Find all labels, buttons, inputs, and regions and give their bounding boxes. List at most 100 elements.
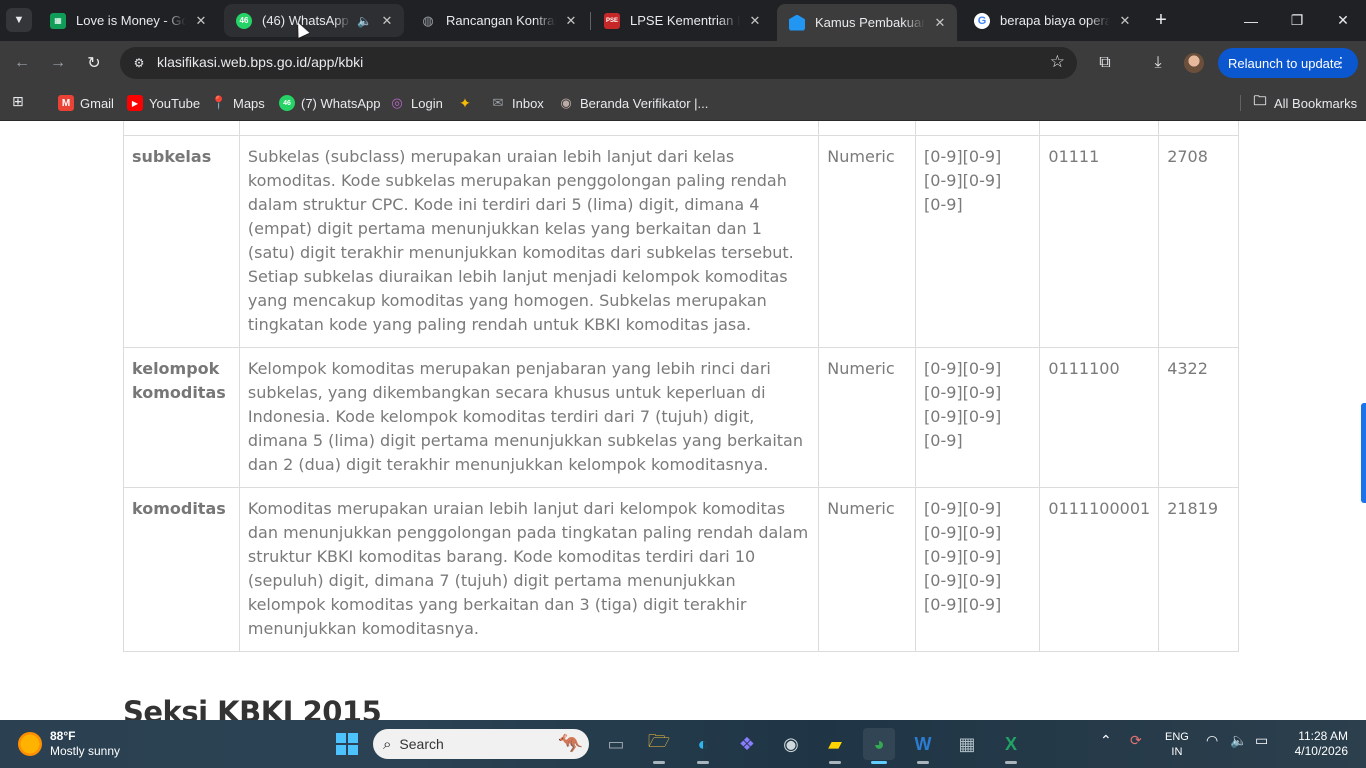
apps-grid-icon[interactable]: ⊞ [12,93,30,111]
taskbar-app-edge[interactable]: ◐ [687,728,719,764]
bookmark-label: Inbox [512,95,544,111]
verifikator-icon: ◉ [560,95,572,110]
url-text[interactable]: klasifikasi.web.bps.go.id/app/kbki [157,54,363,70]
taskbar-search[interactable]: ⌕ Search 🦘 [373,729,589,759]
bookmark-inbox[interactable]: ✉ Inbox [490,92,544,114]
profile-avatar[interactable] [1184,53,1204,73]
tab-strip: ▼ ▦ Love is Money - Goog ✕ 46 (46) Whats… [0,0,1366,41]
wifi-icon[interactable]: ◠ [1206,732,1218,749]
format-cell: [0-9][0-9] [0-9][0-9] [0-9][0-9] [0-9][0… [915,487,1041,652]
table-row: kelompok komoditas Kelompok komoditas me… [123,347,1239,488]
tab-rancangan-kontrak[interactable]: ◍ Rancangan Kontrak P ✕ [408,4,588,37]
back-button[interactable]: ← [10,51,34,75]
tab-love-is-money[interactable]: ▦ Love is Money - Goog ✕ [38,4,218,37]
format-line: [0-9][0-9] [924,595,1002,614]
system-clock[interactable]: 11:28 AM 4/10/2026 [1292,729,1348,759]
taskbar-app-chrome[interactable]: ◕ [863,728,895,764]
windows-logo-icon [336,733,358,755]
taskbar-app-calculator[interactable]: ▦ [951,728,983,760]
term-cell: komoditas [123,487,240,652]
format-line: [0-9][0-9] [924,171,1002,190]
folder-icon: 🗁 [647,731,671,751]
scrollbar-thumb[interactable] [1361,403,1366,503]
battery-icon[interactable]: ▭ [1255,732,1268,749]
more-menu-icon[interactable]: ⋮ [1334,54,1348,71]
taskbar-app-media[interactable]: ▭ [600,728,632,760]
close-icon[interactable]: ✕ [562,12,580,30]
bookmark-youtube[interactable]: ▶ YouTube [127,92,200,114]
example-cell: 01111 [1039,135,1160,348]
tab-kamus-pembakuan[interactable]: Kamus Pembakuan St ✕ [777,4,957,41]
taskbar-app-camera[interactable]: ◉ [775,728,807,760]
relaunch-label: Relaunch to update [1228,55,1341,71]
language-indicator[interactable]: ENG IN [1165,730,1189,760]
globe-icon: ◍ [422,12,434,28]
download-icon: ⤓ [1154,54,1162,71]
tab-whatsapp[interactable]: 46 (46) WhatsApp Busin 🔈 ✕ [224,4,404,37]
close-icon: ✕ [1337,12,1349,28]
format-line: [0-9][0-9] [924,407,1002,426]
puzzle-icon: ⧉ [1099,54,1111,71]
bookmark-label: Maps [233,95,265,111]
term-cell: subkelas [123,135,240,348]
weather-widget[interactable]: 88°F Mostly sunny [18,729,120,759]
tab-lpse[interactable]: PSE LPSE Kementrian Pert ✕ [592,4,772,37]
close-icon[interactable]: ✕ [931,14,949,32]
bookmark-gmail[interactable]: M Gmail [58,92,114,114]
close-icon[interactable]: ✕ [746,12,764,30]
new-tab-button[interactable]: + [1150,9,1172,31]
bookmark-label: Gmail [80,95,114,111]
whatsapp-icon: 46 [279,95,295,111]
forward-button[interactable]: → [46,51,70,75]
bookmark-whatsapp[interactable]: 46 (7) WhatsApp [279,92,380,114]
bookmark-star-icon[interactable]: ☆ [1050,52,1065,72]
relaunch-button[interactable]: Relaunch to update ⋮ [1218,48,1358,78]
mail-icon: ✉ [492,95,504,110]
taskbar-app-copilot[interactable]: ❖ [731,728,763,760]
start-button[interactable] [331,728,363,760]
table-row: subkelas Subkelas (subclass) merupakan u… [123,135,1239,348]
taskbar-app-excel[interactable]: X [995,728,1027,764]
format-line: [0-9][0-9] [924,383,1002,402]
bookmark-pinwheel[interactable]: ✦ [457,92,479,114]
bookmark-login[interactable]: ◎ Login [389,92,442,114]
whatsapp-icon: 46 [236,12,252,29]
clock-date: 4/10/2026 [1294,744,1348,758]
taskbar-app-sticky-notes[interactable]: ▰ [819,728,851,764]
bookmark-maps[interactable]: 📍 Maps [211,92,265,114]
site-info-icon[interactable]: ⚙ [130,54,148,72]
format-cell: [0-9][0-9] [0-9][0-9] [0-9] [915,135,1041,348]
sync-icon[interactable]: ⟳ [1130,732,1142,749]
chevron-down-icon: ▼ [13,14,25,26]
taskbar-app-file-explorer[interactable]: 🗁 [643,728,675,764]
speaker-icon[interactable]: 🔈 [357,14,372,28]
all-bookmarks-button[interactable]: 🗀 All Bookmarks [1252,92,1357,114]
tab-berapa-biaya[interactable]: G berapa biaya operasi ✕ [962,4,1142,37]
bookmark-beranda-verifikator[interactable]: ◉ Beranda Verifikator |... [558,92,708,114]
downloads-button[interactable]: ⤓ [1146,51,1170,75]
count-cell: 2708 [1158,135,1239,348]
back-arrow-icon: ← [14,54,30,71]
tray-overflow-icon[interactable]: ⌃ [1100,732,1112,749]
volume-icon[interactable]: 🔈 [1230,732,1247,749]
reload-button[interactable]: ↻ [82,51,106,75]
minimize-button[interactable]: — [1228,0,1274,41]
type-cell: Numeric [818,135,917,348]
close-window-button[interactable]: ✕ [1320,0,1366,41]
extensions-button[interactable]: ⧉ [1093,51,1117,75]
restore-button[interactable]: ❐ [1274,0,1320,41]
table-row: komoditas Komoditas merupakan uraian leb… [123,487,1239,652]
excel-icon: X [1004,733,1017,754]
bookmark-label: Beranda Verifikator |... [580,95,709,111]
close-icon[interactable]: ✕ [192,12,210,30]
close-icon[interactable]: ✕ [1116,12,1134,30]
close-icon[interactable]: ✕ [378,12,396,30]
tab-search-button[interactable]: ▼ [6,8,32,32]
input-region: IN [1171,746,1183,758]
gmail-icon: M [58,95,74,111]
address-bar[interactable]: ⚙ klasifikasi.web.bps.go.id/app/kbki ☆ [120,47,1077,79]
chrome-icon: ◕ [873,733,885,754]
taskbar-app-word[interactable]: W [907,728,939,764]
lpse-icon: PSE [604,12,620,29]
type-cell: Numeric [818,347,917,488]
